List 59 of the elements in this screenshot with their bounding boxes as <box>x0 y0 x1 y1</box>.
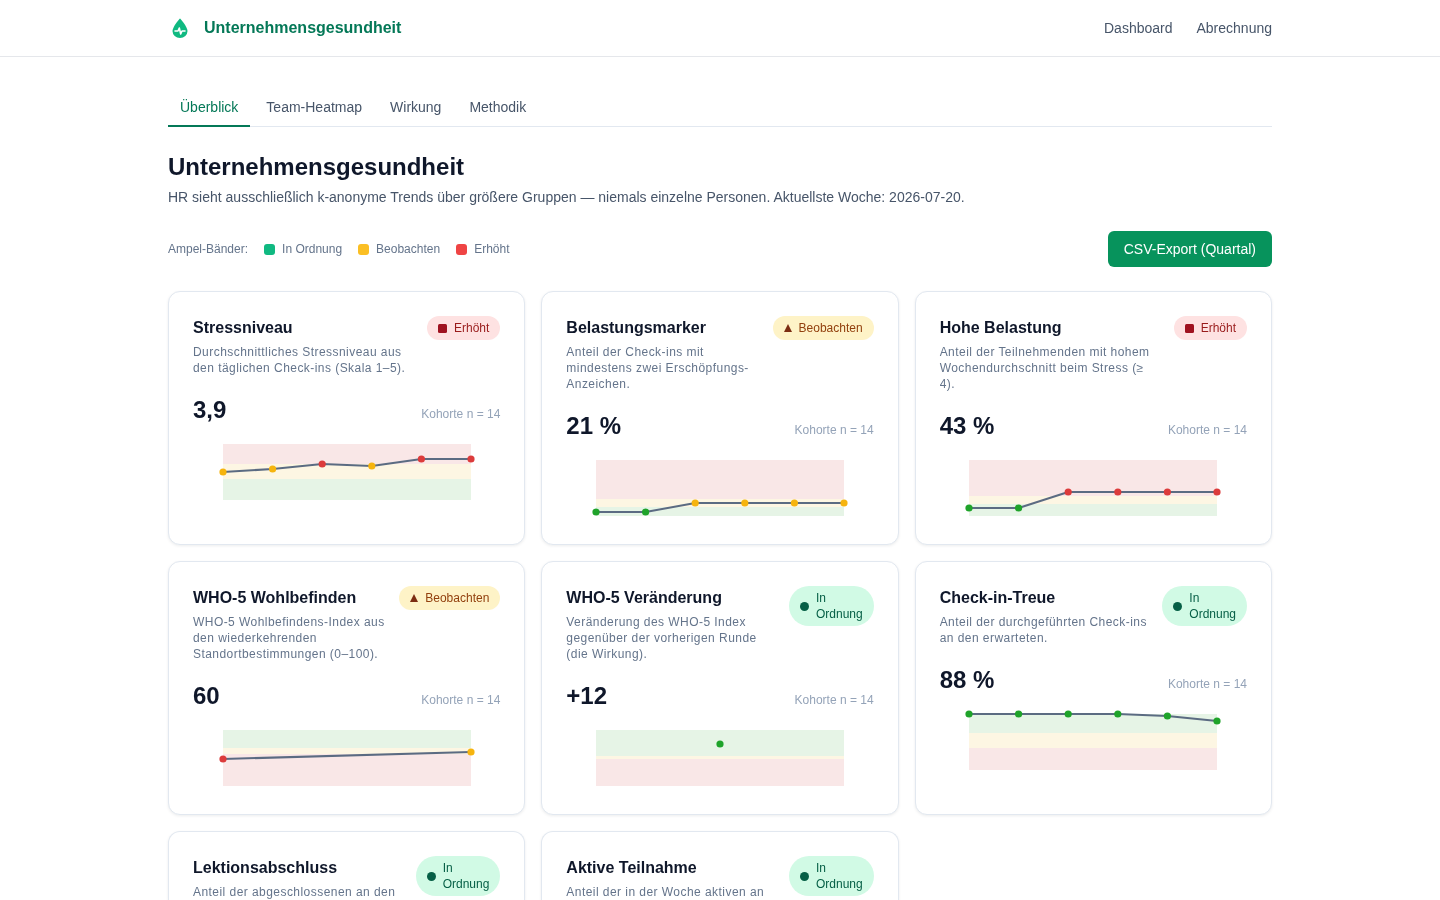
cohort-size: Kohorte n = 14 <box>1167 676 1247 692</box>
status-label: In Ordnung <box>442 860 490 892</box>
tab[interactable]: Methodik <box>457 89 539 127</box>
card-description: Durchschnittliches Stressniveau aus den täglichen Check-ins (Skala 1–5). <box>193 344 407 376</box>
tab[interactable]: Team-Heatmap <box>254 89 375 127</box>
export-button[interactable]: CSV-Export (Quartal) <box>1107 231 1272 267</box>
cohort-size: Kohorte n = 14 <box>794 422 874 438</box>
card-description: Anteil der durchgeführten Check-ins an den erwarteten. <box>939 614 1148 646</box>
card-description: Anteil der Check-ins mit mindestens zwei Erschöpfungs-Anzeichen. <box>566 344 750 392</box>
tab[interactable]: Wirkung <box>378 89 454 127</box>
card-title: Hohe Belastung <box>939 318 1063 338</box>
status-label: In Ordnung <box>815 590 863 622</box>
metric-value: 21 % <box>566 411 622 441</box>
cohort-size: Kohorte n = 14 <box>1167 422 1247 438</box>
triangle-icon <box>783 324 792 332</box>
nav-link[interactable]: Abrechnung <box>1196 18 1272 38</box>
legend-item-label: Erhöht <box>474 241 510 257</box>
card-title: Check-in-Treue <box>939 588 1057 608</box>
card-title: Aktive Teilnahme <box>566 858 698 878</box>
card-description: Anteil der abgeschlossenen an den <box>193 884 397 900</box>
card-description: WHO-5 Wohlbefindens-Index aus den wiederkehrenden Standortbestimmungen (0–100). <box>193 614 386 662</box>
status-label: Beobachten <box>425 590 490 606</box>
status-label: Beobachten <box>798 320 863 336</box>
metric-value: +12 <box>566 681 608 711</box>
metric-value: 43 % <box>939 411 995 441</box>
card-title: WHO-5 Wohlbefinden <box>193 588 358 608</box>
card-description: Anteil der Teilnehmenden mit hohem Wochendurchschnitt beim Stress (≥ 4). <box>939 344 1151 392</box>
metric-value: 60 <box>193 681 220 711</box>
dot-icon <box>799 871 809 881</box>
card-title: WHO-5 Veränderung <box>566 588 723 608</box>
cohort-size: Kohorte n = 14 <box>421 692 501 708</box>
legend-item-label: Beobachten <box>376 241 441 257</box>
metric-value: 3,9 <box>193 395 227 425</box>
cohort-size: Kohorte n = 14 <box>421 406 501 422</box>
metric-value: 88 % <box>939 665 995 695</box>
legend-item-label: In Ordnung <box>282 241 343 257</box>
status-label: In Ordnung <box>815 860 863 892</box>
dot-icon <box>1173 601 1183 611</box>
cohort-size: Kohorte n = 14 <box>794 692 874 708</box>
nav-link[interactable]: Dashboard <box>1104 18 1173 38</box>
square-icon <box>437 323 447 333</box>
dot-icon <box>426 871 436 881</box>
triangle-icon <box>410 594 419 602</box>
status-label: In Ordnung <box>1189 590 1236 622</box>
card-title: Lektionsabschluss <box>193 858 339 878</box>
tab[interactable]: Überblick <box>168 89 251 127</box>
page-title: Unternehmensgesundheit <box>168 152 466 182</box>
card-description: Veränderung des WHO-5 Index gegenüber der vorherigen Runde (die Wirkung). <box>566 614 758 662</box>
status-label: Erhöht <box>1200 320 1236 336</box>
legend-label: Ampel-Bänder: <box>168 241 249 257</box>
square-icon <box>1184 323 1194 333</box>
droplet-icon <box>172 18 188 38</box>
card-description: Anteil der in der Woche aktiven an <box>566 884 766 900</box>
card-title: Belastungsmarker <box>566 318 707 338</box>
status-label: Erhöht <box>453 320 490 336</box>
dot-icon <box>799 601 809 611</box>
brand-name: Unternehmensgesundheit <box>204 18 402 38</box>
card-title: Stressniveau <box>193 318 294 338</box>
page-subtitle: HR sieht ausschließlich k-anonyme Trends über größere Gruppen — niemals einzelne Personen. Aktuellste Woche: 2026-07-20. <box>168 188 966 207</box>
